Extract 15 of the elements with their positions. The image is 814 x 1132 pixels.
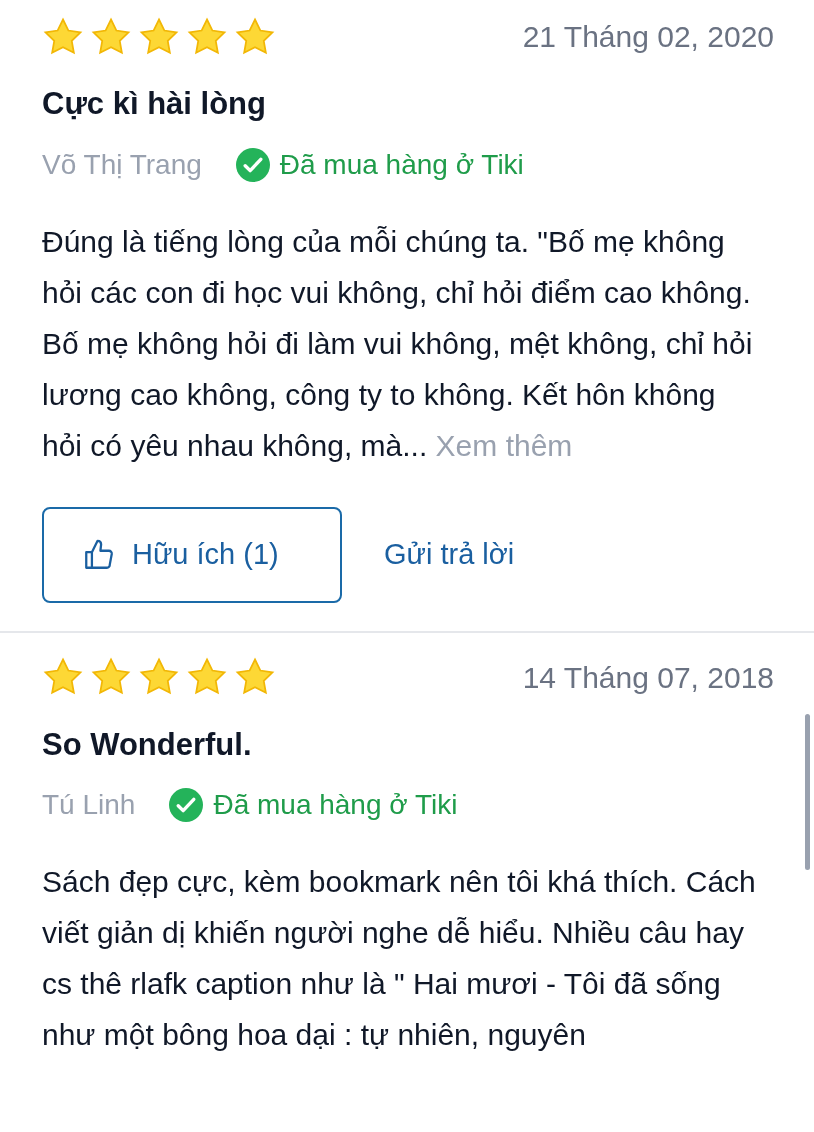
- reply-link[interactable]: Gửi trả lời: [384, 532, 515, 577]
- review-date: 21 Tháng 02, 2020: [522, 19, 774, 55]
- review-text: Đúng là tiếng lòng của mỗi chúng ta. "Bố mẹ không hỏi các con đi học vui không, chỉ hỏi điểm cao không. Bố mẹ không hỏi đi làm vui không, mệt không, chỉ hỏi lương cao không, công ty to không. Kết hôn không hỏi có yêu nhau không, mà... Xem thêm: [42, 223, 754, 464]
- review-text: Sách đẹp cực, kèm bookmark nên tôi khá thích. Cách viết giản dị khiến người nghe dễ hiểu. Nhiều câu hay cs thê rlafk caption như là " Hai mươi - Tôi đã sống như một bông hoa dại : tự nhiên, nguyên: [42, 864, 757, 1053]
- check-circle-icon: [169, 788, 204, 822]
- reviewer-name: Tú Linh: [42, 788, 136, 822]
- helpful-button[interactable]: Hữu ích (1): [42, 506, 342, 603]
- thumbs-up-icon: [82, 537, 116, 572]
- check-circle-icon: [235, 147, 270, 182]
- reviewer-name: Võ Thị Trang: [42, 147, 202, 182]
- review-date: 14 Tháng 07, 2018: [522, 659, 774, 696]
- review-title: So Wonderful.: [42, 725, 253, 764]
- review-title: Cực kì hài lòng: [42, 85, 267, 123]
- verified-purchase: Đã mua hàng ở Tiki: [279, 147, 524, 182]
- verified-purchase: Đã mua hàng ở Tiki: [213, 788, 458, 822]
